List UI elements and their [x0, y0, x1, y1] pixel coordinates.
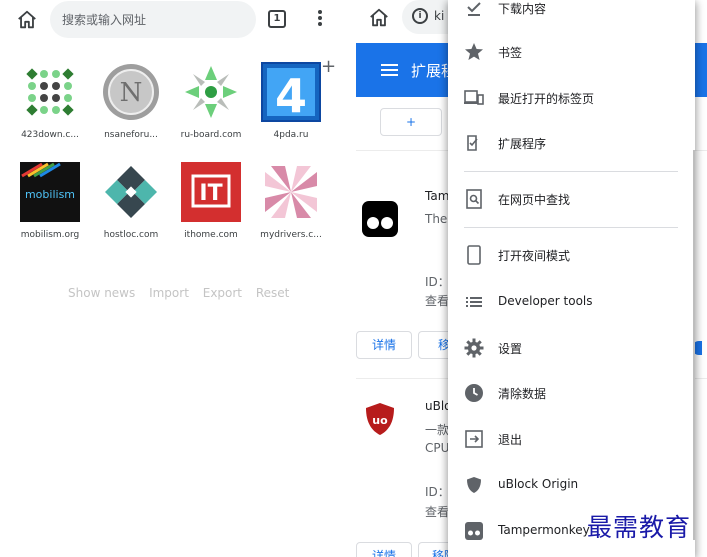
tile-label: nsaneforu... [104, 130, 158, 140]
watermark-text: 最需教育 [587, 513, 692, 542]
menu-item-label: 打开夜间模式 [498, 249, 571, 263]
tile-label: ithome.com [184, 230, 238, 240]
extension-description: The [425, 212, 448, 226]
details-button[interactable]: 详情 [356, 542, 412, 557]
menu-item-label: Tampermonkey [498, 523, 590, 537]
menu-item-label: uBlock Origin [498, 477, 579, 491]
nsane-logo-text: N [120, 78, 143, 108]
menu-divider [464, 171, 678, 172]
tile-label: hostloc.com [103, 230, 159, 240]
menu-item-find-in-page[interactable]: 在网页中查找 [448, 179, 695, 219]
tampermonkey-icon [465, 522, 483, 540]
menu-item-clear-data[interactable]: 清除数据 [448, 373, 695, 413]
tampermonkey-logo-icon [362, 201, 398, 237]
tile-label: ru-board.com [180, 130, 242, 140]
gear-icon [464, 338, 484, 358]
speed-dial-tile[interactable]: hostloc.com [96, 162, 166, 240]
speed-dial-tile[interactable]: 4 4pda.ru [256, 62, 326, 140]
details-button[interactable]: 详情 [356, 331, 412, 359]
extension-description: 一款 [425, 423, 450, 437]
site-ithome-icon: IT [181, 162, 241, 222]
menu-item-settings[interactable]: 设置 [448, 328, 695, 368]
show-news-link[interactable]: Show news [68, 286, 135, 300]
speed-dial-tile[interactable]: 423down.c... [15, 62, 85, 140]
menu-item-recent-tabs[interactable]: 最近打开的标签页 [448, 78, 695, 118]
inspect-views-label: 查看 [425, 294, 450, 308]
extension-description: CPU [425, 441, 450, 455]
extension-id-label: ID： [425, 485, 450, 499]
exit-icon [465, 430, 483, 448]
menu-item-bookmarks[interactable]: 书签 [448, 32, 695, 72]
overflow-menu-icon[interactable] [317, 10, 323, 28]
menu-item-label: 设置 [498, 342, 523, 356]
download-done-icon [467, 2, 481, 16]
speed-dial-tile[interactable]: mydrivers.c... [256, 162, 326, 240]
find-in-page-icon [466, 189, 482, 209]
overflow-menu: 下载内容 书签 最近打开的标签页 扩展程序 在网页中查找 打开夜间模式 Deve… [448, 0, 695, 557]
new-tab-page: 搜索或输入网址 1 423down.c... N nsaneforu... ru… [0, 0, 356, 557]
screenshot-root: 搜索或输入网址 1 423down.c... N nsaneforu... ru… [0, 0, 707, 557]
speed-dial-tile[interactable]: ru-board.com [176, 62, 246, 140]
menu-item-label: 退出 [498, 433, 523, 447]
speed-dial-tile[interactable]: N nsaneforu... [96, 62, 166, 140]
new-tab-actions: Show news Import Export Reset [68, 286, 299, 300]
tile-label: 4pda.ru [273, 130, 309, 140]
speed-dial-tile[interactable]: IT ithome.com [176, 162, 246, 240]
home-icon[interactable] [16, 9, 38, 31]
menu-item-downloads[interactable]: 下载内容 [448, 0, 695, 28]
list-icon [466, 297, 482, 307]
fourpda-logo-text: 4 [275, 69, 307, 122]
site-423down-icon [26, 68, 74, 116]
info-icon[interactable]: i [412, 8, 428, 24]
home-icon[interactable] [368, 7, 390, 29]
tab-switcher-button[interactable]: 1 [268, 10, 286, 28]
add-extension-button[interactable]: + [380, 108, 442, 136]
extension-id-label: ID： [425, 275, 450, 289]
ublock-logo-text: uo [372, 414, 388, 427]
menu-scrollbar[interactable] [693, 150, 695, 540]
hamburger-menu-icon[interactable] [381, 64, 398, 77]
site-hostloc-icon [101, 162, 161, 222]
menu-item-label: 在网页中查找 [498, 193, 571, 207]
menu-item-exit[interactable]: 退出 [448, 419, 695, 459]
extension-icon [467, 135, 478, 151]
menu-item-label: 清除数据 [498, 387, 547, 401]
menu-item-label: 书签 [498, 46, 523, 60]
search-input[interactable]: 搜索或输入网址 [50, 1, 256, 38]
menu-item-ublock-origin[interactable]: uBlock Origin [448, 465, 695, 505]
menu-item-developer-tools[interactable]: Developer tools [448, 282, 695, 322]
menu-item-label: Developer tools [498, 294, 593, 308]
shield-icon [467, 477, 481, 493]
site-4pda-icon: 4 [261, 62, 321, 122]
speed-dial-tile[interactable]: mobilism mobilism.org [15, 162, 85, 240]
tile-label: 423down.c... [21, 130, 79, 140]
export-link[interactable]: Export [203, 286, 242, 300]
site-mydrivers-icon [261, 162, 321, 222]
star-icon [465, 43, 483, 60]
tile-label: mobilism.org [20, 230, 80, 240]
menu-item-label: 下载内容 [498, 2, 547, 16]
ublock-origin-logo-icon: uo [366, 403, 394, 435]
site-ru-board-icon [185, 66, 237, 118]
devices-icon [464, 90, 484, 105]
menu-item-label: 扩展程序 [498, 137, 547, 151]
history-icon [465, 384, 483, 402]
add-tile-button[interactable]: + [321, 56, 336, 77]
inspect-views-label: 查看 [425, 505, 450, 519]
import-link[interactable]: Import [149, 286, 189, 300]
phone-icon [467, 245, 481, 265]
reset-link[interactable]: Reset [256, 286, 290, 300]
extension-name: Tam [425, 189, 450, 203]
menu-divider [464, 227, 678, 228]
menu-item-night-mode[interactable]: 打开夜间模式 [448, 235, 695, 275]
menu-item-label: 最近打开的标签页 [498, 92, 595, 106]
search-placeholder: 搜索或输入网址 [62, 13, 147, 27]
ithome-logo-text: IT [199, 181, 222, 206]
menu-item-extensions[interactable]: 扩展程序 [448, 123, 695, 163]
site-mobilism-icon: mobilism [20, 162, 80, 222]
mobilism-logo-text: mobilism [25, 188, 75, 201]
address-text: ki [434, 9, 445, 23]
tile-label: mydrivers.c... [260, 230, 322, 240]
site-nsane-icon: N [103, 64, 159, 120]
